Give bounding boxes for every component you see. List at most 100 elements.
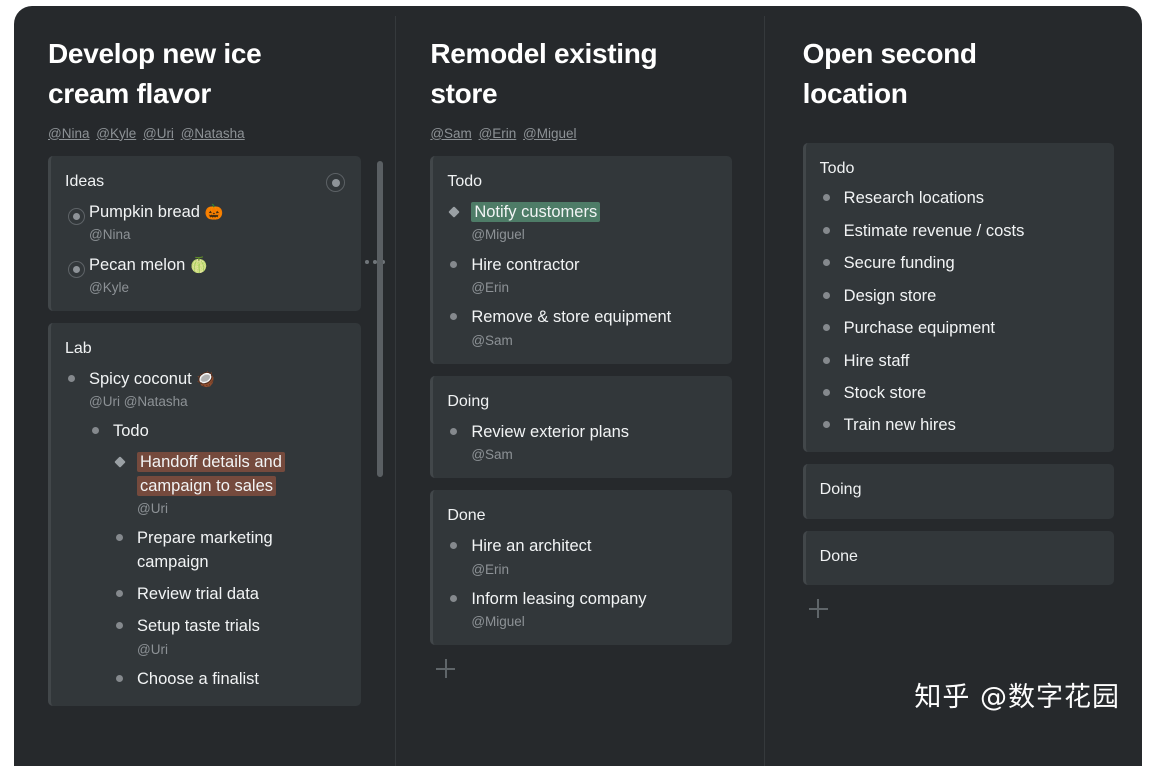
list-item[interactable]: Pecan melon 🍈 @Kyle	[65, 254, 345, 298]
list-item-label[interactable]: Review exterior plans	[471, 421, 715, 444]
list-item-label[interactable]: Train new hires	[844, 414, 1098, 437]
card-title[interactable]: Todo	[820, 159, 855, 180]
list-item[interactable]: Setup taste trials @Uri	[113, 615, 345, 659]
list-item[interactable]: Research locations	[820, 187, 1098, 210]
list-item-assignees[interactable]: @Uri	[137, 500, 345, 518]
list-item-label[interactable]: Design store	[844, 285, 1098, 308]
card-header: Doing	[447, 392, 715, 413]
list-item-assignees[interactable]: @Nina	[89, 226, 345, 244]
ring-dot-icon[interactable]	[68, 260, 85, 278]
mention-chip[interactable]: @Natasha	[181, 126, 245, 141]
card-header: Todo	[447, 172, 715, 193]
card-title[interactable]: Doing	[820, 480, 1098, 501]
list-item-label[interactable]: Review trial data	[137, 583, 345, 606]
list-item-label[interactable]: Stock store	[844, 382, 1098, 405]
ellipsis-icon[interactable]	[361, 254, 389, 270]
list-item-label[interactable]: Hire staff	[844, 350, 1098, 373]
list-item-assignees[interactable]: @Erin	[471, 561, 715, 579]
list-item-assignees[interactable]: @Sam	[471, 446, 715, 464]
mention-chip[interactable]: @Miguel	[523, 126, 576, 141]
list-item[interactable]: Design store	[820, 285, 1098, 308]
page-title[interactable]: Remodel existing store	[430, 34, 710, 115]
card-doing[interactable]: Doing	[802, 463, 1114, 519]
list-item-assignees[interactable]: @Uri @Natasha	[89, 393, 345, 411]
list-item[interactable]: Stock store	[820, 382, 1098, 405]
list-item[interactable]: Review exterior plans @Sam	[447, 421, 715, 465]
list-item-label[interactable]: Hire an architect	[471, 535, 715, 558]
list-item[interactable]: Purchase equipment	[820, 317, 1098, 340]
list-item-label[interactable]: Hire contractor	[471, 254, 715, 277]
list-item[interactable]: Hire staff	[820, 350, 1098, 373]
list-item-label[interactable]: Pecan melon 🍈	[89, 254, 345, 277]
mention-chip[interactable]: @Nina	[48, 126, 89, 141]
card-item-list: Spicy coconut 🥥 @Uri @Natasha Todo Hando…	[65, 368, 345, 691]
list-item-assignees[interactable]: @Uri	[137, 641, 345, 659]
list-item-label[interactable]: Remove & store equipment	[471, 306, 715, 329]
card-title[interactable]: Todo	[447, 172, 482, 193]
bullet-dot-icon	[822, 226, 830, 234]
card-title[interactable]: Ideas	[65, 172, 104, 193]
plus-icon[interactable]	[436, 659, 458, 681]
bullet-dot-icon	[68, 375, 75, 383]
list-item-label[interactable]: Notify customers	[471, 201, 715, 224]
card-todo[interactable]: Todo Research locations Estimate revenue…	[802, 142, 1114, 452]
list-item[interactable]: Secure funding	[820, 252, 1098, 275]
card-title[interactable]: Done	[447, 506, 485, 527]
list-item[interactable]: Estimate revenue / costs	[820, 220, 1098, 243]
mention-chip[interactable]: @Sam	[430, 126, 471, 141]
list-item[interactable]: Hire contractor @Erin	[447, 254, 715, 298]
list-item-label[interactable]: Choose a finalist	[137, 668, 345, 691]
card-done[interactable]: Done	[802, 530, 1114, 586]
list-item[interactable]: Inform leasing company @Miguel	[447, 588, 715, 632]
page-title[interactable]: Develop new ice cream flavor	[48, 34, 328, 115]
card-done[interactable]: Done Hire an architect @Erin Inform leas…	[430, 490, 732, 646]
mention-chip[interactable]: @Erin	[479, 126, 517, 141]
list-item-label[interactable]: Estimate revenue / costs	[844, 220, 1098, 243]
list-item-label[interactable]: Research locations	[844, 187, 1098, 210]
card-title[interactable]: Lab	[65, 339, 92, 360]
mention-chip[interactable]: @Kyle	[96, 126, 136, 141]
list-item-label[interactable]: Spicy coconut 🥥	[89, 368, 345, 391]
list-item-label[interactable]: Pumpkin bread 🎃	[89, 201, 345, 224]
card-title[interactable]: Done	[820, 547, 1098, 568]
list-item[interactable]: Train new hires	[820, 414, 1098, 437]
card-ideas[interactable]: Ideas Pumpkin bread 🎃 @Nina Pecan melon …	[48, 156, 362, 312]
card-item-list: Notify customers @Miguel Hire contractor…	[447, 201, 715, 350]
list-item[interactable]: Choose a finalist	[113, 668, 345, 691]
ring-dot-icon[interactable]	[68, 207, 85, 225]
list-item[interactable]: Todo Handoff details and campaign to sal…	[89, 420, 345, 692]
list-item-label[interactable]: Purchase equipment	[844, 317, 1098, 340]
list-item-assignees[interactable]: @Sam	[471, 332, 715, 350]
list-item[interactable]: Pumpkin bread 🎃 @Nina	[65, 201, 345, 245]
bullet-dot-icon	[116, 675, 123, 683]
plus-icon[interactable]	[808, 599, 831, 621]
list-item-label[interactable]: Handoff details and campaign to sales	[137, 451, 345, 498]
list-item[interactable]: Handoff details and campaign to sales @U…	[113, 451, 345, 518]
list-item[interactable]: Prepare marketing campaign	[113, 527, 345, 574]
list-item-label[interactable]: Inform leasing company	[471, 588, 715, 611]
list-item[interactable]: Spicy coconut 🥥 @Uri @Natasha Todo Hando…	[65, 368, 345, 691]
ring-dot-icon[interactable]	[326, 173, 346, 193]
page-title[interactable]: Open second location	[803, 34, 1083, 115]
list-item-assignees[interactable]: @Erin	[471, 279, 715, 297]
card-title[interactable]: Doing	[447, 392, 489, 413]
column-scrollbar[interactable]	[377, 161, 384, 477]
list-item-assignees[interactable]: @Miguel	[471, 613, 715, 631]
card-lab[interactable]: Lab Spicy coconut 🥥 @Uri @Natasha Todo H…	[48, 323, 362, 706]
list-item[interactable]: Review trial data	[113, 583, 345, 606]
card-todo[interactable]: Todo Notify customers @Miguel Hire contr…	[430, 156, 732, 364]
list-item-label[interactable]: Prepare marketing campaign	[137, 527, 345, 574]
board-columns: Develop new ice cream flavor @Nina @Kyle…	[14, 6, 1142, 766]
list-item[interactable]: Notify customers @Miguel	[447, 201, 715, 245]
card-doing[interactable]: Doing Review exterior plans @Sam	[430, 375, 732, 479]
mention-chip[interactable]: @Uri	[143, 126, 174, 141]
card-item-list: Review exterior plans @Sam	[447, 421, 715, 465]
list-item-assignees[interactable]: @Kyle	[89, 279, 345, 297]
bullet-dot-icon	[822, 259, 830, 267]
list-item-label[interactable]: Todo	[113, 420, 345, 443]
list-item-assignees[interactable]: @Miguel	[471, 226, 715, 244]
list-item[interactable]: Remove & store equipment @Sam	[447, 306, 715, 350]
list-item-label[interactable]: Setup taste trials	[137, 615, 345, 638]
list-item-label[interactable]: Secure funding	[844, 252, 1098, 275]
list-item[interactable]: Hire an architect @Erin	[447, 535, 715, 579]
